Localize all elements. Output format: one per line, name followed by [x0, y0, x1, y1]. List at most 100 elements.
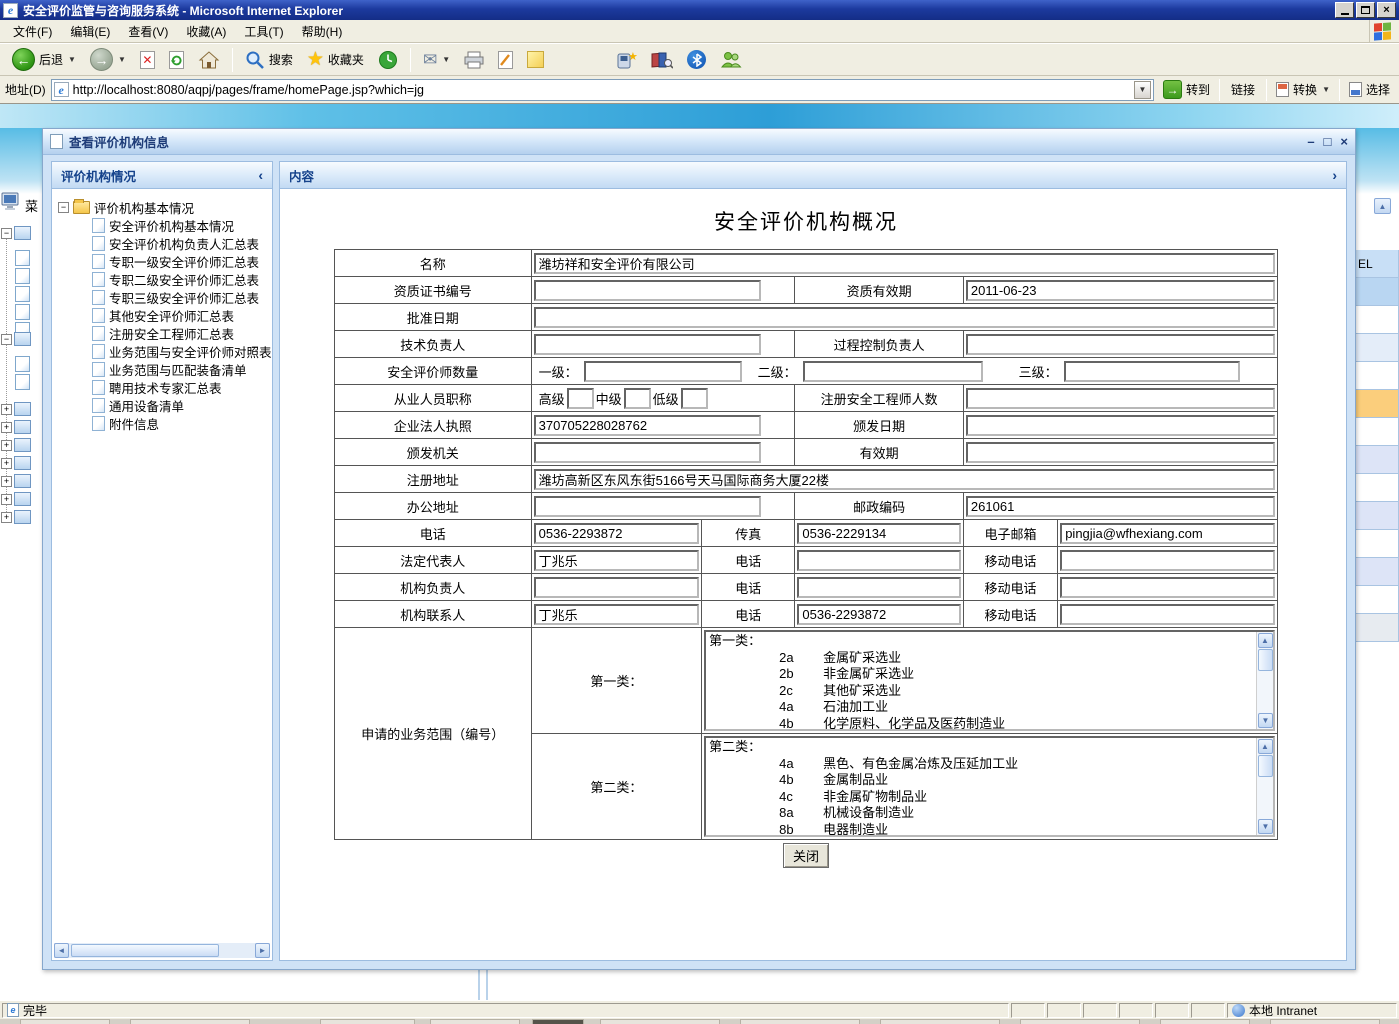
- tree-root-node[interactable]: − 评价机构基本情况: [58, 198, 270, 216]
- go-button[interactable]: → 转到: [1159, 79, 1214, 100]
- back-button[interactable]: ← 后退 ▼: [6, 44, 82, 75]
- address-field[interactable]: e ▼: [51, 79, 1154, 101]
- scroll-up-icon[interactable]: ▲: [1374, 198, 1391, 214]
- refresh-button[interactable]: [163, 47, 190, 73]
- stop-button[interactable]: ✕: [134, 47, 161, 73]
- scrollbar-thumb[interactable]: [1258, 755, 1273, 777]
- title-low-input[interactable]: [681, 388, 708, 409]
- tree-expand-icon[interactable]: +: [1, 422, 12, 433]
- level1-input[interactable]: [584, 361, 742, 382]
- scroll-up-icon[interactable]: ▲: [1258, 739, 1273, 754]
- forward-dropdown-icon[interactable]: ▼: [118, 55, 126, 64]
- email-input[interactable]: [1060, 523, 1275, 544]
- tree-item[interactable]: 通用设备清单: [92, 396, 270, 414]
- engineers-input[interactable]: [966, 388, 1275, 409]
- dialog-minimize-button[interactable]: –: [1307, 134, 1314, 149]
- license-input[interactable]: [534, 415, 762, 436]
- tree-expand-icon[interactable]: +: [1, 494, 12, 505]
- title-high-input[interactable]: [567, 388, 594, 409]
- org-head-input[interactable]: [534, 577, 700, 598]
- menu-edit[interactable]: 编辑(E): [61, 20, 119, 43]
- postcode-input[interactable]: [966, 496, 1275, 517]
- expand-pane-icon[interactable]: ›: [1332, 167, 1337, 183]
- tree-item[interactable]: 安全评价机构基本情况: [92, 216, 270, 234]
- cert-valid-input[interactable]: [966, 280, 1275, 301]
- tree-item[interactable]: 附件信息: [92, 414, 270, 432]
- edit-button[interactable]: [492, 47, 519, 73]
- head-tel-input[interactable]: [797, 577, 961, 598]
- level2-input[interactable]: [803, 361, 983, 382]
- tech-head-input[interactable]: [534, 334, 762, 355]
- approve-date-input[interactable]: [534, 307, 1275, 328]
- bluetooth-button[interactable]: [681, 46, 712, 73]
- tree-item[interactable]: 专职三级安全评价师汇总表: [92, 288, 270, 306]
- category2-listbox[interactable]: 第二类： 4a黑色、有色金属冶炼及压延加工业 4b金属制品业 4c非金属矿物制品…: [704, 736, 1275, 837]
- address-dropdown-icon[interactable]: ▼: [1134, 81, 1151, 99]
- discuss-button[interactable]: [521, 47, 550, 72]
- convert-button[interactable]: 转换 ▼: [1272, 80, 1334, 99]
- select-button[interactable]: 选择: [1345, 80, 1394, 99]
- close-button[interactable]: 关闭: [783, 843, 829, 868]
- tree-item[interactable]: 专职一级安全评价师汇总表: [92, 252, 270, 270]
- fax-input[interactable]: [797, 523, 961, 544]
- address-input[interactable]: [73, 81, 1130, 99]
- tree-collapse-icon[interactable]: −: [1, 228, 12, 239]
- messenger-button[interactable]: [714, 46, 748, 74]
- links-label[interactable]: 链接: [1225, 81, 1261, 98]
- tree-collapse-icon[interactable]: −: [1, 334, 12, 345]
- legal-tel-input[interactable]: [797, 550, 961, 571]
- favorites-button[interactable]: ★ 收藏夹: [301, 46, 370, 73]
- scroll-left-icon[interactable]: ◄: [54, 943, 69, 958]
- reg-addr-input[interactable]: [534, 469, 1275, 490]
- forward-button[interactable]: → ▼: [84, 44, 132, 75]
- office-addr-input[interactable]: [534, 496, 762, 517]
- mail-button[interactable]: ✉ ▼: [417, 46, 456, 74]
- org-contact-input[interactable]: [534, 604, 700, 625]
- legal-mobile-input[interactable]: [1060, 550, 1275, 571]
- cert-no-input[interactable]: [534, 280, 762, 301]
- phone-input[interactable]: [534, 523, 700, 544]
- tree-item[interactable]: 其他安全评价师汇总表: [92, 306, 270, 324]
- scroll-down-icon[interactable]: ▼: [1258, 713, 1273, 728]
- dialog-maximize-button[interactable]: □: [1324, 134, 1332, 149]
- menu-file[interactable]: 文件(F): [4, 20, 61, 43]
- tree-item[interactable]: 注册安全工程师汇总表: [92, 324, 270, 342]
- mail-dropdown-icon[interactable]: ▼: [442, 55, 450, 64]
- menu-favorites[interactable]: 收藏(A): [177, 20, 235, 43]
- scroll-right-icon[interactable]: ►: [255, 943, 270, 958]
- print-button[interactable]: [458, 47, 490, 73]
- listbox-scrollbar[interactable]: ▲ ▼: [1256, 632, 1273, 729]
- process-head-input[interactable]: [966, 334, 1275, 355]
- scroll-down-icon[interactable]: ▼: [1258, 819, 1273, 834]
- back-dropdown-icon[interactable]: ▼: [68, 55, 76, 64]
- tree-expand-icon[interactable]: +: [1, 476, 12, 487]
- scroll-up-icon[interactable]: ▲: [1258, 633, 1273, 648]
- history-button[interactable]: [372, 46, 404, 74]
- level3-input[interactable]: [1064, 361, 1240, 382]
- tree-item[interactable]: 业务范围与匹配装备清单: [92, 360, 270, 378]
- tree-horizontal-scrollbar[interactable]: ◄ ►: [54, 943, 270, 958]
- window-minimize-button[interactable]: [1335, 2, 1354, 18]
- collapse-pane-icon[interactable]: ‹: [258, 167, 263, 183]
- tree-expand-icon[interactable]: +: [1, 512, 12, 523]
- scrollbar-thumb[interactable]: [1258, 649, 1273, 671]
- tree-collapse-icon[interactable]: −: [58, 202, 69, 213]
- listbox-scrollbar[interactable]: ▲ ▼: [1256, 738, 1273, 835]
- valid-period-input[interactable]: [966, 442, 1275, 463]
- issue-date-input[interactable]: [966, 415, 1275, 436]
- window-restore-button[interactable]: [1356, 2, 1375, 18]
- contact-mobile-input[interactable]: [1060, 604, 1275, 625]
- convert-dropdown-icon[interactable]: ▼: [1322, 85, 1330, 94]
- category1-listbox[interactable]: 第一类： 2a金属矿采选业 2b非金属矿采选业 2c其他矿采选业 4a石油加工业…: [704, 630, 1275, 731]
- window-close-button[interactable]: ×: [1377, 2, 1396, 18]
- contact-tel-input[interactable]: [797, 604, 961, 625]
- name-input[interactable]: [534, 253, 1275, 274]
- legal-rep-input[interactable]: [534, 550, 700, 571]
- home-button[interactable]: [192, 46, 226, 74]
- tree-item[interactable]: 聘用技术专家汇总表: [92, 378, 270, 396]
- tree-expand-icon[interactable]: +: [1, 440, 12, 451]
- title-mid-input[interactable]: [624, 388, 651, 409]
- menu-tools[interactable]: 工具(T): [235, 20, 292, 43]
- dialog-close-button[interactable]: ×: [1340, 134, 1348, 149]
- tree-item[interactable]: 专职二级安全评价师汇总表: [92, 270, 270, 288]
